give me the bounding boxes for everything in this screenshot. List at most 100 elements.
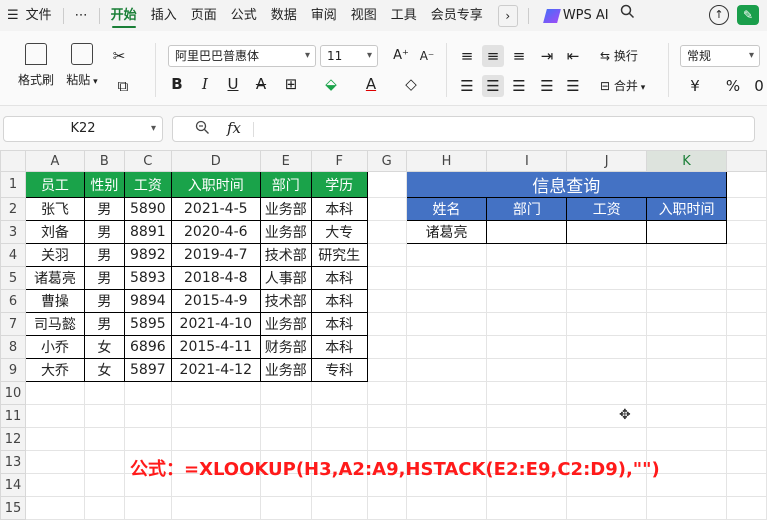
cell[interactable]: [405, 381, 488, 405]
cell[interactable]: [646, 243, 728, 267]
column-header[interactable]: J: [566, 150, 648, 172]
search-icon[interactable]: [613, 0, 642, 31]
cell[interactable]: [646, 289, 728, 313]
decrease-font-icon[interactable]: A⁻: [416, 45, 438, 67]
column-header[interactable]: A: [24, 150, 85, 172]
cell[interactable]: [726, 335, 767, 359]
cell[interactable]: 2021-4-10: [170, 312, 261, 336]
cell[interactable]: [83, 473, 125, 497]
cell[interactable]: [310, 381, 368, 405]
eraser-icon[interactable]: ◇: [400, 73, 422, 95]
cell[interactable]: 2015-4-11: [170, 335, 261, 359]
strikethrough-icon[interactable]: A: [250, 73, 272, 95]
align-middle-icon[interactable]: ≡: [482, 45, 504, 67]
cell[interactable]: [566, 243, 648, 267]
cell[interactable]: 9894: [123, 289, 172, 313]
cell[interactable]: [24, 496, 85, 520]
cell[interactable]: 2021-4-12: [170, 358, 261, 382]
cell[interactable]: 大专: [310, 220, 368, 244]
cell[interactable]: [726, 289, 767, 313]
copy-icon[interactable]: ⧉: [112, 75, 134, 97]
cell[interactable]: [726, 266, 767, 290]
tab-view[interactable]: 视图: [344, 0, 384, 31]
cell[interactable]: 曹操: [24, 289, 85, 313]
cell[interactable]: 小乔: [24, 335, 85, 359]
cell[interactable]: [486, 404, 568, 428]
cell[interactable]: [83, 496, 125, 520]
cell[interactable]: [566, 404, 648, 428]
cell[interactable]: [259, 427, 312, 451]
query-header-cell[interactable]: 姓名: [405, 197, 488, 221]
cell[interactable]: 2021-4-5: [170, 197, 261, 221]
increase-font-icon[interactable]: A⁺: [390, 45, 412, 67]
share-icon[interactable]: ✎: [737, 5, 759, 25]
cell[interactable]: 男: [83, 243, 125, 267]
cell[interactable]: 张飞: [24, 197, 85, 221]
cell[interactable]: [405, 427, 488, 451]
query-title[interactable]: 信息查询: [405, 171, 728, 198]
cell[interactable]: 5895: [123, 312, 172, 336]
row-header[interactable]: 13: [0, 450, 26, 474]
cell[interactable]: [366, 171, 407, 198]
cell[interactable]: [566, 358, 648, 382]
cell[interactable]: 6896: [123, 335, 172, 359]
cell[interactable]: [726, 197, 767, 221]
cell[interactable]: [170, 404, 261, 428]
cell[interactable]: 大乔: [24, 358, 85, 382]
row-header[interactable]: 10: [0, 381, 26, 405]
row-header[interactable]: 6: [0, 289, 26, 313]
cell[interactable]: 男: [83, 289, 125, 313]
thousands-icon[interactable]: 0: [752, 75, 766, 97]
cell[interactable]: 业务部: [259, 197, 312, 221]
query-header-cell[interactable]: 入职时间: [646, 197, 728, 221]
name-box[interactable]: K22 ▾: [3, 116, 163, 142]
outdent-icon[interactable]: ⇤: [562, 45, 584, 67]
align-bottom-icon[interactable]: ≡: [508, 45, 530, 67]
cell[interactable]: [123, 496, 172, 520]
cell[interactable]: [646, 312, 728, 336]
cell[interactable]: [486, 381, 568, 405]
cell[interactable]: [486, 358, 568, 382]
cell[interactable]: 专科: [310, 358, 368, 382]
cell[interactable]: [366, 243, 407, 267]
cell[interactable]: [366, 312, 407, 336]
align-left-icon[interactable]: ☰: [456, 75, 478, 97]
cell[interactable]: [405, 266, 488, 290]
tab-page[interactable]: 页面: [184, 0, 224, 31]
cell[interactable]: [646, 266, 728, 290]
cell[interactable]: 司马懿: [24, 312, 85, 336]
align-right-icon[interactable]: ☰: [508, 75, 530, 97]
cell[interactable]: 2018-4-8: [170, 266, 261, 290]
row-header[interactable]: 7: [0, 312, 26, 336]
header-cell[interactable]: 部门: [259, 171, 312, 198]
underline-button[interactable]: U: [222, 73, 244, 95]
cell[interactable]: [566, 335, 648, 359]
tab-member[interactable]: 会员专享: [424, 0, 490, 31]
tab-formula[interactable]: 公式: [224, 0, 264, 31]
cell[interactable]: [646, 496, 728, 520]
column-header[interactable]: C: [123, 150, 172, 172]
cell[interactable]: [566, 427, 648, 451]
cell[interactable]: 5893: [123, 266, 172, 290]
tab-home[interactable]: 开始: [104, 0, 144, 31]
cell[interactable]: [24, 450, 85, 474]
cell[interactable]: 男: [83, 266, 125, 290]
row-header[interactable]: 14: [0, 473, 26, 497]
cell[interactable]: [566, 289, 648, 313]
column-header[interactable]: F: [310, 150, 368, 172]
cell[interactable]: [566, 496, 648, 520]
cell[interactable]: [486, 266, 568, 290]
bold-button[interactable]: B: [166, 73, 188, 95]
cell[interactable]: [24, 404, 85, 428]
cell[interactable]: [83, 404, 125, 428]
cell[interactable]: [24, 427, 85, 451]
more-icon[interactable]: ⋯: [68, 0, 95, 31]
wrap-text-button[interactable]: ⇆ 换行: [600, 47, 638, 64]
cell[interactable]: [566, 312, 648, 336]
cell[interactable]: [486, 496, 568, 520]
column-header[interactable]: I: [486, 150, 568, 172]
cell[interactable]: [24, 381, 85, 405]
cell[interactable]: [726, 381, 767, 405]
row-header[interactable]: 3: [0, 220, 26, 244]
cell[interactable]: [726, 496, 767, 520]
